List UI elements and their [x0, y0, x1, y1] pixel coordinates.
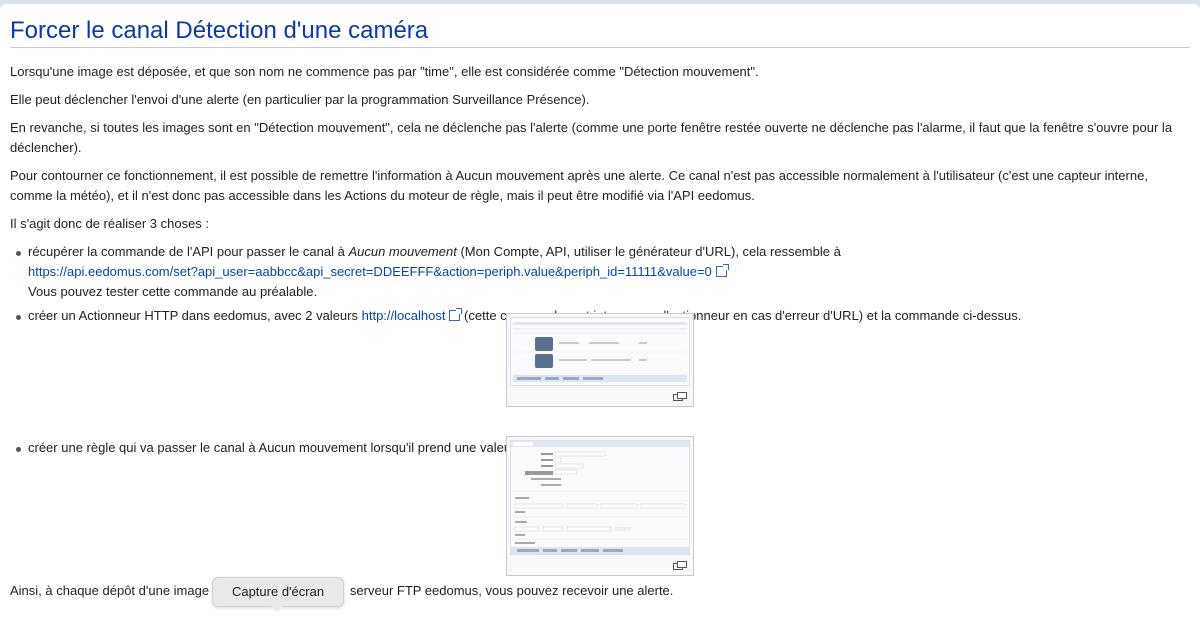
paragraph-4: Pour contourner ce fonctionnement, il es… [10, 168, 1148, 203]
screenshot-image [510, 317, 690, 386]
test-note: Vous pouvez tester cette commande au pré… [28, 284, 318, 299]
paragraph-3: En revanche, si toutes les images sont e… [10, 120, 1173, 155]
screenshot-image [510, 440, 690, 555]
screenshot-drawing [511, 441, 689, 554]
thumbnail-actionneur-http[interactable] [506, 313, 694, 407]
paragraph-5: Il s'agit donc de réaliser 3 choses : [10, 216, 210, 231]
paragraph-1: Lorsqu'une image est déposée, et que son… [10, 64, 759, 79]
tooltip-capture-ecran: Capture d'écran [212, 577, 344, 612]
external-link-icon [715, 264, 729, 277]
screenshot-drawing [511, 318, 689, 385]
api-url-link[interactable]: https://api.eedomus.com/set?api_user=aab… [28, 264, 712, 279]
external-link-icon [449, 308, 463, 321]
magnify-icon[interactable] [673, 392, 687, 401]
thumbnail-regle[interactable] [506, 436, 694, 576]
list-item: récupérer la commande de l'API pour pass… [16, 242, 1190, 302]
paragraph-2: Elle peut déclencher l'envoi d'une alert… [10, 92, 590, 107]
wiki-page: Forcer le canal Détection d'une caméra L… [0, 4, 1200, 618]
magnify-icon[interactable] [673, 561, 687, 570]
closing-paragraph: Ainsi, à chaque dépôt d'une image p serve… [10, 583, 674, 598]
page-title: Forcer le canal Détection d'une caméra [10, 4, 1190, 48]
localhost-link[interactable]: http://localhost [362, 308, 446, 323]
